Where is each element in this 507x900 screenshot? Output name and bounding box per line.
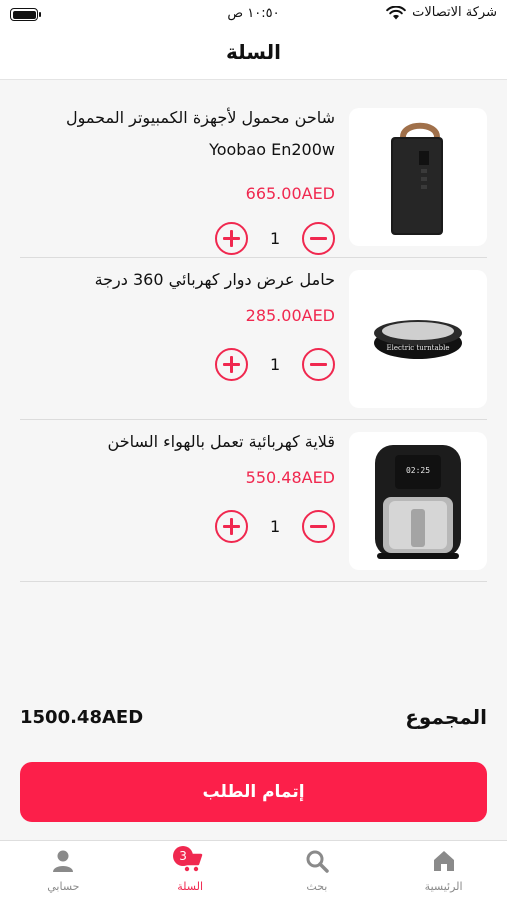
- tab-home[interactable]: الرئيسية: [380, 841, 507, 900]
- item-price: 665.00AED: [245, 184, 335, 203]
- air-fryer-graphic: 02:25: [375, 444, 461, 559]
- fryer-display: 02:25: [406, 466, 430, 475]
- battery-icon: [10, 8, 41, 21]
- power-bank-graphic: [391, 122, 443, 235]
- quantity-value: 1: [270, 517, 281, 536]
- cart-count-badge: 3: [173, 846, 194, 866]
- status-bar: شركة الاتصالات ١٠:٥٠ ص: [0, 0, 507, 30]
- search-icon: [306, 850, 329, 873]
- turntable-graphic: Electric turntable: [374, 320, 462, 359]
- total-row: المجموع 1500.48AED: [20, 705, 487, 735]
- item-name: قلاية كهربائية تعمل بالهواء الساخن: [107, 432, 335, 451]
- power-bank-image[interactable]: [349, 108, 487, 246]
- nav-bar: السلة: [0, 30, 507, 80]
- tab-search[interactable]: بحث: [254, 841, 381, 900]
- air-fryer-image[interactable]: 02:25: [349, 432, 487, 570]
- tab-label: الرئيسية: [424, 880, 463, 893]
- total-amount: 1500.48AED: [20, 707, 144, 728]
- item-price: 550.48AED: [245, 468, 335, 487]
- cart-item: 02:25 قلاية كهربائية تعمل بالهواء الساخن…: [20, 420, 487, 582]
- cart-list: شاحن محمول لأجهزة الكمبيوتر المحمول Yoob…: [20, 96, 487, 582]
- quantity-value: 1: [270, 229, 281, 248]
- decrease-quantity-button[interactable]: [302, 510, 335, 543]
- turntable-label: Electric turntable: [387, 344, 450, 352]
- tab-account[interactable]: حسابي: [0, 841, 127, 900]
- cart-item: Electric turntable حامل عرض دوار كهربائي…: [20, 258, 487, 420]
- item-price: 285.00AED: [245, 306, 335, 325]
- tab-cart[interactable]: 3 السلة: [127, 841, 254, 900]
- quantity-stepper: 1: [215, 222, 335, 255]
- item-name: حامل عرض دوار كهربائي 360 درجة: [94, 270, 335, 289]
- increase-quantity-button[interactable]: [215, 222, 248, 255]
- total-label: المجموع: [405, 705, 487, 729]
- home-icon: [433, 851, 454, 871]
- tab-label: حسابي: [47, 880, 80, 893]
- quantity-stepper: 1: [215, 510, 335, 543]
- tab-label: السلة: [177, 880, 203, 893]
- decrease-quantity-button[interactable]: [302, 348, 335, 381]
- decrease-quantity-button[interactable]: [302, 222, 335, 255]
- item-name: شاحن محمول لأجهزة الكمبيوتر المحمول Yoob…: [66, 108, 335, 159]
- turntable-image[interactable]: Electric turntable: [349, 270, 487, 408]
- page-title: السلة: [225, 40, 281, 64]
- increase-quantity-button[interactable]: [215, 348, 248, 381]
- cart-item: شاحن محمول لأجهزة الكمبيوتر المحمول Yoob…: [20, 96, 487, 258]
- quantity-value: 1: [270, 355, 281, 374]
- quantity-stepper: 1: [215, 348, 335, 381]
- checkout-button[interactable]: إتمام الطلب: [20, 762, 487, 822]
- checkout-label: إتمام الطلب: [202, 782, 305, 802]
- user-icon: [53, 850, 74, 872]
- increase-quantity-button[interactable]: [215, 510, 248, 543]
- tab-label: بحث: [306, 880, 328, 893]
- tab-bar: الرئيسية بحث 3 السلة حسابي: [0, 840, 507, 900]
- status-time: ١٠:٥٠ ص: [227, 6, 280, 21]
